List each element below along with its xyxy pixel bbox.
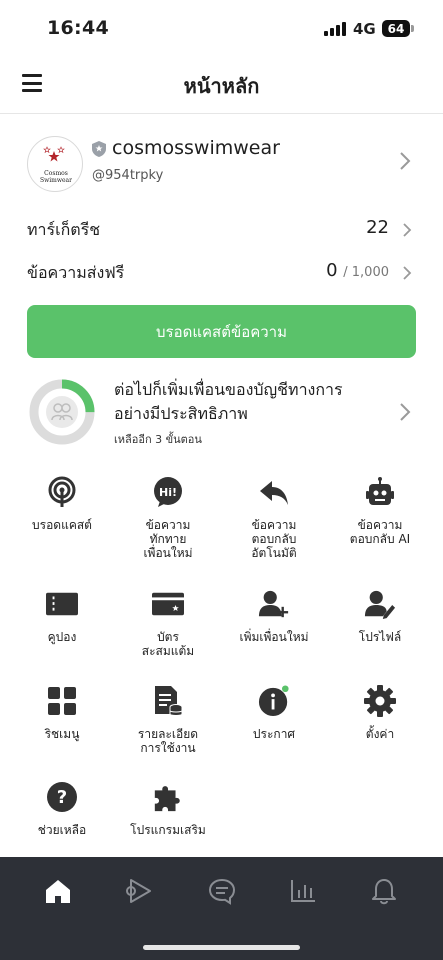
network-type: 4G [353, 20, 376, 38]
target-reach-label: ทาร์เก็ตรีช [27, 220, 101, 239]
notification-dot [282, 685, 289, 693]
progress-ring [29, 379, 95, 445]
reply-icon [258, 476, 290, 508]
feature-label: รายละเอียด การใช้งาน [137, 727, 199, 755]
free-messages-row[interactable]: ข้อความส่งฟรี 0 / 1,000 [0, 251, 443, 295]
home-icon[interactable] [43, 876, 73, 906]
help-icon: ? [46, 781, 78, 813]
status-time: 16:44 [47, 17, 109, 39]
bell-icon[interactable] [369, 876, 399, 906]
robot-icon [364, 476, 396, 508]
broadcast-icon [46, 476, 78, 508]
free-messages-quota: / 1,000 [343, 265, 389, 280]
chevron-right-icon [403, 223, 412, 237]
info-icon [258, 685, 290, 717]
puzzle-icon [152, 781, 184, 813]
page-title: หน้าหลัก [183, 74, 260, 98]
progress-subtitle: เหลืออีก 3 ขั้นตอน [114, 433, 202, 446]
reward-card-icon [152, 588, 184, 620]
feature-label: ริชเมนู [44, 727, 80, 741]
broadcast-message-button[interactable]: บรอดแคสต์ข้อความ [27, 305, 416, 358]
target-reach-value: 22 [366, 217, 389, 238]
avatar-logo-text: Cosmos Swimwear [40, 170, 72, 184]
feature-label: คูปอง [47, 630, 77, 644]
free-messages-label: ข้อความส่งฟรี [27, 263, 125, 282]
profile-edit-icon [364, 588, 396, 620]
signal-icon [324, 22, 346, 36]
status-bar: 16:44 4G 64 [0, 0, 443, 58]
voom-icon[interactable] [124, 876, 154, 906]
rich-menu-icon [46, 685, 78, 717]
svg-text:?: ? [57, 787, 67, 808]
feature-label: ช่วยเหลือ [37, 823, 87, 837]
feature-label: บัตร สะสมแต้ม [141, 630, 195, 658]
feature-label: ข้อความ ทักทาย เพื่อนใหม่ [143, 518, 193, 560]
chevron-right-icon [400, 152, 411, 170]
feature-label: ตั้งค่า [365, 727, 395, 741]
feature-label: บรอดแคสต์ [32, 518, 92, 532]
target-reach-row[interactable]: ทาร์เก็ตรีช 22 [0, 208, 443, 252]
chat-icon[interactable] [207, 876, 237, 906]
account-name: cosmosswimwear [112, 137, 280, 159]
gear-icon [364, 685, 396, 717]
add-friend-icon [258, 588, 290, 620]
header: หน้าหลัก [0, 58, 443, 114]
feature-label: ข้อความ ตอบกลับ อัตโนมัติ [251, 518, 297, 560]
free-messages-count: 0 [326, 260, 338, 281]
progress-title: ต่อไปก็เพิ่มเพื่อนของบัญชีทางการอย่างมีป… [114, 380, 343, 423]
home-indicator [143, 945, 300, 950]
shield-icon [92, 141, 106, 157]
coupon-icon [46, 588, 78, 620]
insights-icon[interactable] [288, 876, 318, 906]
feature-label: โปรแกรมเสริม [130, 823, 206, 837]
usage-details-icon [152, 685, 184, 717]
onboarding-progress-card[interactable]: ต่อไปก็เพิ่มเพื่อนของบัญชีทางการอย่างมีป… [0, 368, 443, 458]
hi-greeting-icon: Hi! [152, 476, 184, 508]
account-card[interactable]: Cosmos Swimwear cosmosswimwear @954trpky [0, 115, 443, 207]
chevron-right-icon [400, 403, 411, 421]
free-messages-value: 0 / 1,000 [326, 260, 389, 281]
svg-text:Hi!: Hi! [159, 486, 177, 499]
battery-level: 64 [387, 21, 405, 36]
feature-label: ข้อความ ตอบกลับ AI [349, 518, 411, 546]
feature-label: โปรไฟล์ [358, 630, 402, 644]
account-id: @954trpky [92, 168, 164, 183]
chevron-right-icon [403, 266, 412, 280]
avatar: Cosmos Swimwear [27, 136, 83, 192]
battery-icon: 64 [382, 20, 414, 37]
feature-label: ประกาศ [252, 727, 296, 741]
feature-label: เพิ่มเพื่อนใหม่ [239, 630, 309, 644]
